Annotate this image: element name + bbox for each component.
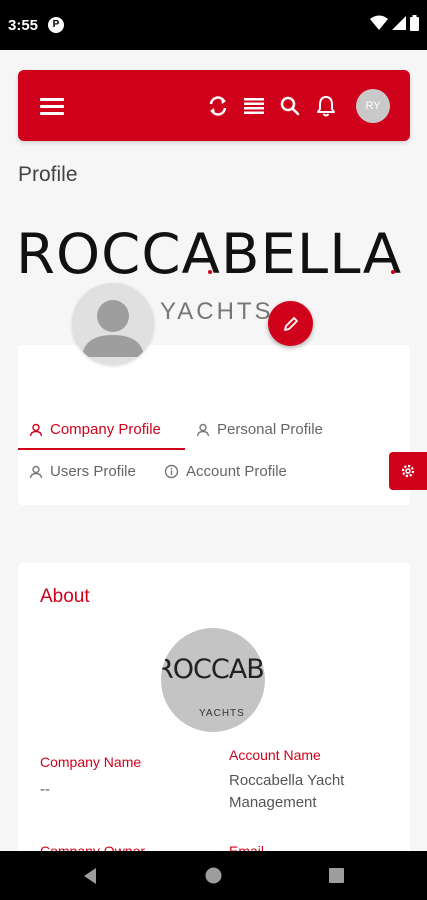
tab-personal-profile[interactable]: Personal Profile <box>196 421 323 438</box>
gear-icon <box>401 464 415 478</box>
tab-users-profile[interactable]: Users Profile <box>29 463 136 480</box>
search-icon[interactable] <box>277 93 303 119</box>
refresh-icon[interactable] <box>205 93 231 119</box>
user-icon <box>29 423 43 436</box>
field-label-company-name: Company Name <box>40 754 142 770</box>
status-time: 3:55 <box>8 17 39 34</box>
brand-logo-text: ROCCABELLA <box>16 222 403 286</box>
tab-company-profile[interactable]: Company Profile <box>29 421 161 438</box>
tab-label: Users Profile <box>50 463 136 480</box>
recents-icon[interactable] <box>329 868 344 883</box>
user-icon <box>29 465 43 478</box>
battery-icon <box>410 15 419 31</box>
field-value-account-name: Roccabella Yacht Management <box>229 772 345 811</box>
tab-label: Company Profile <box>50 421 161 438</box>
home-icon[interactable] <box>205 867 222 884</box>
tab-label: Account Profile <box>186 463 287 480</box>
pencil-icon <box>283 316 298 331</box>
company-logo-subtext: YACHTS <box>199 708 245 719</box>
signal-icon <box>392 16 406 30</box>
field-value-company-name: -- <box>40 781 50 798</box>
brand-logo-accent-dot <box>391 270 395 274</box>
user-icon <box>196 423 210 436</box>
about-title: About <box>40 586 90 607</box>
hamburger-menu-icon[interactable] <box>39 93 65 119</box>
system-navigation-bar <box>0 851 427 900</box>
wifi-icon <box>370 15 388 30</box>
tab-account-profile[interactable]: Account Profile <box>164 463 287 480</box>
back-icon[interactable] <box>82 867 98 885</box>
app-header-bar: RY <box>18 70 410 141</box>
status-bar: 3:55 P <box>0 0 427 50</box>
user-avatar[interactable]: RY <box>356 89 390 123</box>
field-label-account-name: Account Name <box>229 747 321 763</box>
active-tab-indicator <box>18 448 185 450</box>
page-title: Profile <box>18 163 78 186</box>
app-notification-icon: P <box>48 17 64 33</box>
person-placeholder-icon <box>82 300 144 357</box>
brand-logo-accent-dot <box>208 270 212 274</box>
info-icon <box>164 464 179 479</box>
settings-button[interactable] <box>389 452 427 490</box>
company-logo: ROCCABELLA YACHTS <box>161 628 265 732</box>
status-icons <box>370 15 419 31</box>
edit-profile-button[interactable] <box>268 301 313 346</box>
brand-logo-subtitle: YACHTS <box>160 298 274 325</box>
company-logo-text: ROCCABELLA <box>161 654 265 685</box>
profile-avatar[interactable] <box>72 283 154 365</box>
tab-label: Personal Profile <box>217 421 323 438</box>
bell-icon[interactable] <box>313 93 339 119</box>
list-icon[interactable] <box>241 93 267 119</box>
